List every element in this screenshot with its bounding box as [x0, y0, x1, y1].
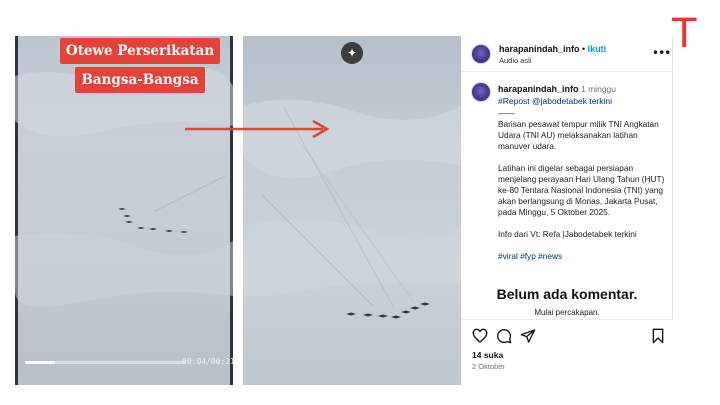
caption-line-2: Bangsa-Bangsa	[75, 67, 205, 93]
red-arrow-annotation	[185, 119, 330, 139]
middle-photo-panel[interactable]: ✦	[243, 36, 461, 385]
audio-label[interactable]: Audio asli	[499, 56, 532, 65]
caption-body: —— Barisan pesawat tempur milik TNI Angk…	[498, 108, 670, 273]
comment-icon[interactable]	[496, 328, 512, 344]
avatar[interactable]	[471, 44, 491, 64]
caption-paragraph-1: Barisan pesawat tempur milik TNI Angkata…	[498, 119, 659, 151]
video-timecode: 00:04/00:21	[182, 357, 233, 366]
follow-button[interactable]: Ikuti	[588, 44, 607, 54]
post-actions-bar: 14 suka 2 Oktober	[461, 319, 673, 385]
caption-time: 1 minggu	[581, 84, 616, 94]
post-header: harapanindah_info • Ikuti Audio asli •••	[461, 36, 673, 72]
sky-scene-middle	[243, 99, 461, 319]
jet-formation-middle	[346, 302, 430, 319]
author-separator: •	[579, 44, 588, 54]
caption-paragraph-2: Latihan ini digelar sebagai persiapan me…	[498, 163, 665, 217]
post-date: 2 Oktober	[472, 362, 505, 371]
no-comments-heading: Belum ada komentar.	[496, 286, 638, 302]
caption-username[interactable]: harapanindah_info	[498, 84, 579, 94]
share-icon[interactable]	[520, 328, 536, 344]
jet-formation-left	[118, 208, 188, 233]
caption-hashtags[interactable]: #viral #fyp #news	[498, 251, 670, 262]
author-username[interactable]: harapanindah_info	[499, 44, 580, 54]
sparkle-icon[interactable]: ✦	[341, 42, 363, 64]
repost-link[interactable]: #Repost @jabodetabek terkini	[498, 96, 612, 106]
left-video-panel[interactable]: Otewe Perserikatan Bangsa-Bangsa 00:04/0…	[15, 36, 233, 385]
video-caption: Otewe Perserikatan Bangsa-Bangsa	[57, 38, 223, 96]
caption-line-1: Otewe Perserikatan	[59, 38, 221, 64]
more-options-icon[interactable]: •••	[652, 46, 671, 60]
caption-paragraph-3: Info dari Vt: Refa |Jabodetabek terkini	[498, 229, 637, 239]
likes-count[interactable]: 14 suka	[472, 350, 503, 360]
bookmark-icon[interactable]	[650, 328, 666, 344]
start-conversation-text: Mulai percakapan.	[534, 308, 600, 317]
video-progress-bar[interactable]	[25, 361, 185, 364]
post-author-line: harapanindah_info • Ikuti	[499, 44, 606, 54]
brand-logo: T	[672, 11, 697, 57]
heart-icon[interactable]	[472, 328, 488, 344]
caption-header: harapanindah_info 1 minggu	[498, 84, 616, 94]
video-progress-fill	[25, 361, 56, 364]
instagram-post-pane: harapanindah_info • Ikuti Audio asli •••…	[461, 36, 673, 385]
caption-avatar[interactable]	[471, 82, 491, 102]
caption-dash: ——	[498, 108, 515, 118]
